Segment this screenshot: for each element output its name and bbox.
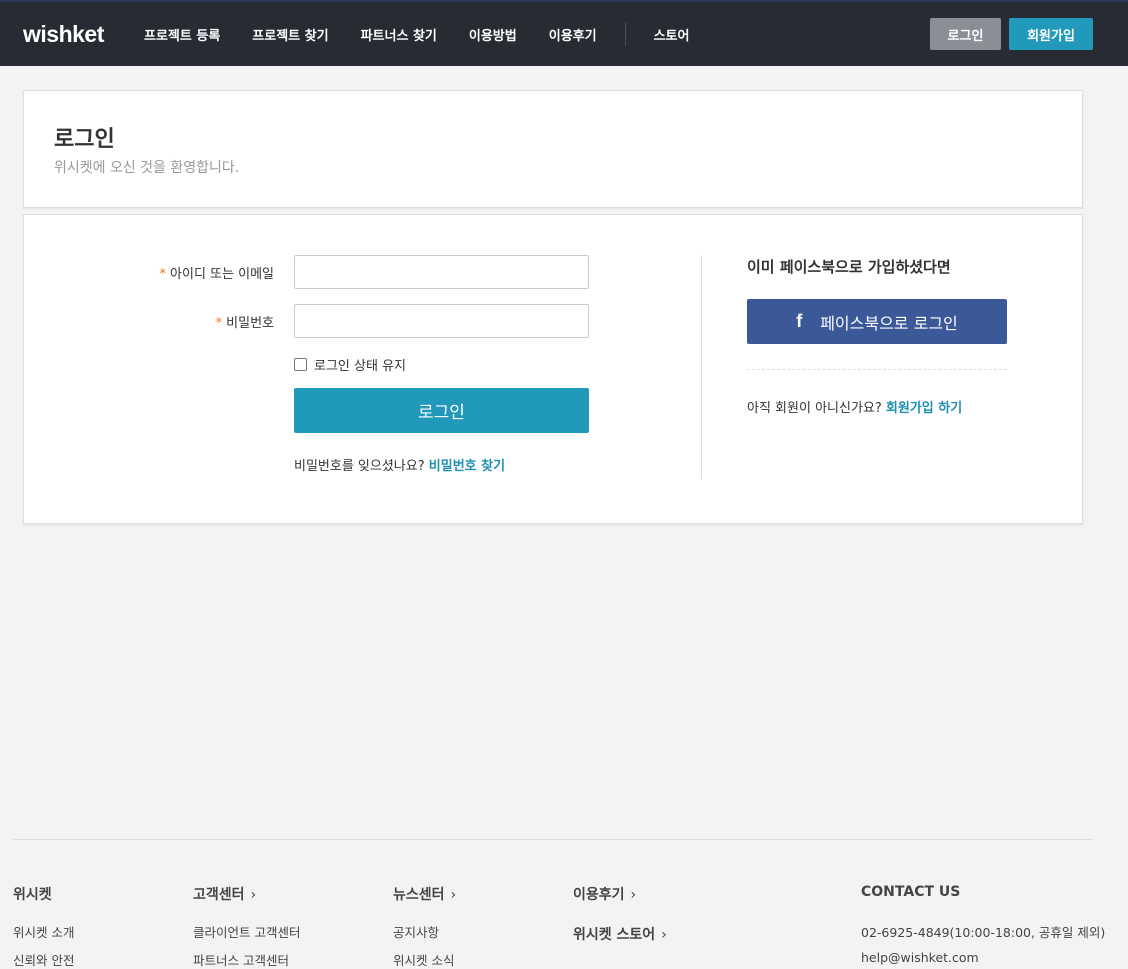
header-signup-button[interactable]: 회원가입 — [1009, 18, 1093, 50]
footer-divider — [13, 839, 1093, 840]
id-field-label: * 아이디 또는 이메일 — [24, 263, 274, 282]
main-nav: 프로젝트 등록 프로젝트 찾기 파트너스 찾기 이용방법 이용후기 스토어 — [128, 2, 705, 66]
footer-reviews-label: 이용후기 — [573, 887, 625, 903]
top-navigation-bar: wishket 프로젝트 등록 프로젝트 찾기 파트너스 찾기 이용방법 이용후… — [0, 0, 1128, 66]
dashed-divider — [747, 369, 1007, 370]
footer-news-center-label: 뉴스센터 — [393, 887, 445, 903]
login-submit-button[interactable]: 로그인 — [294, 388, 589, 433]
footer-partners-center-link[interactable]: 파트너스 고객센터 — [193, 950, 289, 969]
login-panel: * 아이디 또는 이메일 * 비밀번호 로그인 상태 유지 로그인 비밀번호를 잊으… — [23, 214, 1083, 524]
password-input[interactable] — [294, 304, 589, 338]
nav-how-to-use[interactable]: 이용방법 — [453, 25, 533, 44]
id-label-text: 아이디 또는 이메일 — [170, 267, 274, 282]
nav-partners-find[interactable]: 파트너스 찾기 — [345, 25, 453, 44]
footer-about-link[interactable]: 위시켓 소개 — [13, 922, 74, 941]
no-account-text: 아직 회원이 아니신가요? — [747, 401, 882, 416]
password-field-label: * 비밀번호 — [24, 312, 274, 331]
remember-me[interactable]: 로그인 상태 유지 — [294, 355, 406, 374]
footer-customer-center-label: 고객센터 — [193, 887, 245, 903]
footer-reviews-title[interactable]: 이용후기 › — [573, 884, 636, 904]
chevron-right-icon: › — [661, 927, 667, 943]
footer-contact-email[interactable]: help@wishket.com — [861, 950, 979, 965]
required-mark: * — [215, 316, 223, 331]
nav-reviews[interactable]: 이용후기 — [533, 25, 613, 44]
page-subtitle: 위시켓에 오신 것을 환영합니다. — [54, 160, 240, 176]
nav-project-register[interactable]: 프로젝트 등록 — [128, 25, 236, 44]
footer-contact-phone: 02-6925-4849(10:00-18:00, 공휴일 제외) — [861, 925, 1106, 940]
wishket-logo[interactable]: wishket — [23, 21, 104, 48]
signup-link[interactable]: 회원가입 하기 — [886, 401, 962, 416]
find-password-link[interactable]: 비밀번호 찾기 — [429, 459, 505, 474]
chevron-right-icon: › — [250, 887, 257, 903]
vertical-divider — [701, 255, 702, 479]
no-account: 아직 회원이 아니신가요? 회원가입 하기 — [747, 397, 962, 416]
nav-divider — [624, 22, 626, 46]
nav-project-find[interactable]: 프로젝트 찾기 — [236, 25, 344, 44]
remember-label: 로그인 상태 유지 — [314, 359, 406, 374]
footer-store-label: 위시켓 스토어 — [573, 927, 656, 943]
forgot-password-text: 비밀번호를 잊으셨나요? — [294, 459, 425, 474]
footer-store-title[interactable]: 위시켓 스토어 › — [573, 924, 667, 944]
footer-notice-link[interactable]: 공지사항 — [393, 922, 439, 941]
chevron-right-icon: › — [450, 887, 457, 903]
facebook-login-button[interactable]: f 페이스북으로 로그인 — [747, 299, 1007, 344]
footer-client-center-link[interactable]: 클라이언트 고객센터 — [193, 922, 300, 941]
password-label-text: 비밀번호 — [226, 316, 274, 331]
id-email-input[interactable] — [294, 255, 589, 289]
footer-wishket-title: 위시켓 — [13, 887, 52, 903]
title-panel: 로그인 위시켓에 오신 것을 환영합니다. — [23, 90, 1083, 208]
footer-news-link[interactable]: 위시켓 소식 — [393, 950, 454, 969]
forgot-password: 비밀번호를 잊으셨나요? 비밀번호 찾기 — [294, 455, 505, 474]
footer-trust-link[interactable]: 신뢰와 안전 — [13, 950, 74, 969]
header-login-button[interactable]: 로그인 — [930, 18, 1001, 50]
chevron-right-icon: › — [630, 887, 637, 903]
footer-news-center-title[interactable]: 뉴스센터 › — [393, 884, 456, 904]
facebook-login-label: 페이스북으로 로그인 — [820, 313, 958, 333]
required-mark: * — [159, 267, 167, 282]
facebook-section-title: 이미 페이스북으로 가입하셨다면 — [747, 258, 951, 276]
nav-store[interactable]: 스토어 — [638, 25, 706, 44]
footer-customer-center-title[interactable]: 고객센터 › — [193, 884, 256, 904]
footer-contact-title: CONTACT US — [861, 884, 961, 900]
facebook-icon: f — [796, 311, 803, 331]
remember-checkbox[interactable] — [294, 358, 307, 371]
page-title: 로그인 — [54, 127, 115, 152]
